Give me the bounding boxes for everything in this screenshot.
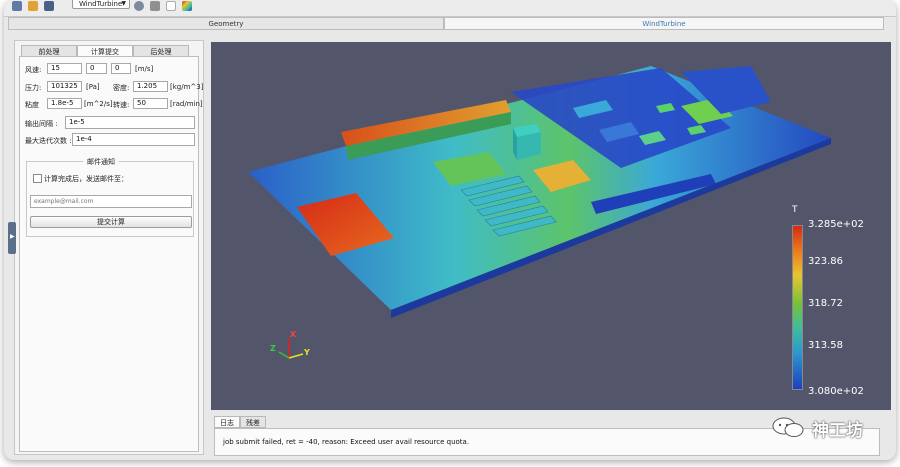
submit-compute-button[interactable]: 提交计算 (30, 216, 192, 228)
colormap-icon[interactable] (182, 1, 192, 11)
axis-x-label: X (290, 330, 297, 339)
compute-settings-panel: 风速: 15 0 0 [m/s] 压力: 101325 [Pa] 密度: 1.2… (19, 56, 203, 452)
submit-compute-label: 提交计算 (97, 218, 125, 226)
output-interval-label: 输出间隔 : (25, 120, 58, 128)
max-iterations-field[interactable]: 1e-4 (72, 133, 195, 146)
max-iterations-label: 最大迭代次数 : (25, 137, 72, 145)
pressure-field[interactable]: 101325 (47, 81, 82, 92)
send-email-label: 计算完成后，发送邮件至： (44, 175, 128, 183)
cfd-scene (248, 66, 831, 359)
viscosity-unit-label: [m^2/s] (84, 100, 113, 108)
email-notification-group: 邮件通知 计算完成后，发送邮件至： 提交计算 (26, 157, 194, 237)
wind-speed-label: 风速: (25, 66, 42, 74)
tab-preprocessing-label: 前处理 (38, 48, 60, 56)
axis-z-label: Z (270, 344, 276, 353)
legend-title: T (792, 205, 798, 215)
watermark-text: 神工坊 (812, 421, 863, 441)
rotation-unit-label: [rad/min] (170, 100, 203, 108)
viewport-3d[interactable]: X Y Z T 3.285e+02 323.86 318.72 313.58 3… (211, 42, 891, 410)
tab-windturbine[interactable]: WindTurbine (444, 17, 884, 30)
watermark: 神工坊 (770, 416, 880, 441)
tab-log-label: 日志 (220, 419, 234, 427)
wind-vx-field[interactable]: 15 (47, 63, 82, 74)
tab-residual[interactable]: 残差 (240, 416, 266, 428)
open-folder-icon[interactable] (28, 1, 38, 11)
project-combo-value: WindTurbine (79, 0, 123, 8)
panel-collapse-handle[interactable]: ▶ (8, 222, 16, 254)
email-input[interactable] (30, 195, 192, 208)
legend-value-2: 323.86 (808, 256, 843, 267)
legend-value-4: 313.58 (808, 340, 843, 351)
tab-postprocessing-label: 后处理 (150, 48, 172, 56)
legend-value-min: 3.080e+02 (808, 386, 864, 397)
send-email-checkbox[interactable] (33, 174, 42, 183)
legend-value-3: 318.72 (808, 298, 843, 309)
wind-vz-field[interactable]: 0 (111, 63, 131, 74)
document-icon[interactable] (166, 1, 176, 11)
legend-value-max: 3.285e+02 (808, 219, 864, 230)
axis-y-label: Y (304, 348, 310, 357)
gear-icon[interactable] (134, 1, 144, 11)
density-field[interactable]: 1.205 (133, 81, 168, 92)
wind-vy-field[interactable]: 0 (86, 63, 107, 74)
main-toolbar: WindTurbine ▼ (4, 0, 896, 17)
viscosity-label: 粘度 (25, 101, 39, 109)
log-message: job submit failed, ret = -40, reason: Ex… (223, 438, 470, 446)
pressure-label: 压力: (25, 84, 42, 92)
tab-log[interactable]: 日志 (214, 416, 240, 428)
temperature-colorbar (792, 225, 803, 390)
density-unit-label: [kg/m^3] (170, 83, 204, 91)
project-combo[interactable]: WindTurbine ▼ (72, 0, 130, 9)
tab-residual-label: 残差 (246, 419, 260, 427)
wind-unit-label: [m/s] (135, 65, 154, 73)
new-file-icon[interactable] (12, 1, 22, 11)
chevron-down-icon: ▼ (121, 0, 126, 7)
tab-geometry[interactable]: Geometry (8, 17, 444, 30)
side-panel: 前处理 计算提交 后处理 风速: 15 0 0 [m/s] 压力: 101325… (14, 40, 204, 455)
email-group-title: 邮件通知 (83, 157, 119, 167)
app-window: WindTurbine ▼ Geometry WindTurbine 前处理 计… (4, 0, 896, 460)
viscosity-field[interactable]: 1.8e-5 (47, 98, 82, 109)
rotation-field[interactable]: 50 (133, 98, 168, 109)
rotation-label: 转速: (113, 101, 130, 109)
tools-icon[interactable] (150, 1, 160, 11)
save-icon[interactable] (44, 1, 54, 11)
output-interval-field[interactable]: 1e-5 (65, 116, 195, 129)
axes-triad (278, 338, 304, 359)
pressure-unit-label: [Pa] (86, 83, 100, 91)
tab-geometry-label: Geometry (208, 20, 244, 28)
tab-windturbine-label: WindTurbine (642, 20, 686, 28)
document-tabs: Geometry WindTurbine (4, 17, 896, 30)
tab-compute-submit-label: 计算提交 (91, 48, 119, 56)
density-label: 密度: (113, 84, 130, 92)
chevron-right-icon: ▶ (10, 233, 15, 240)
wechat-icon (772, 417, 804, 437)
